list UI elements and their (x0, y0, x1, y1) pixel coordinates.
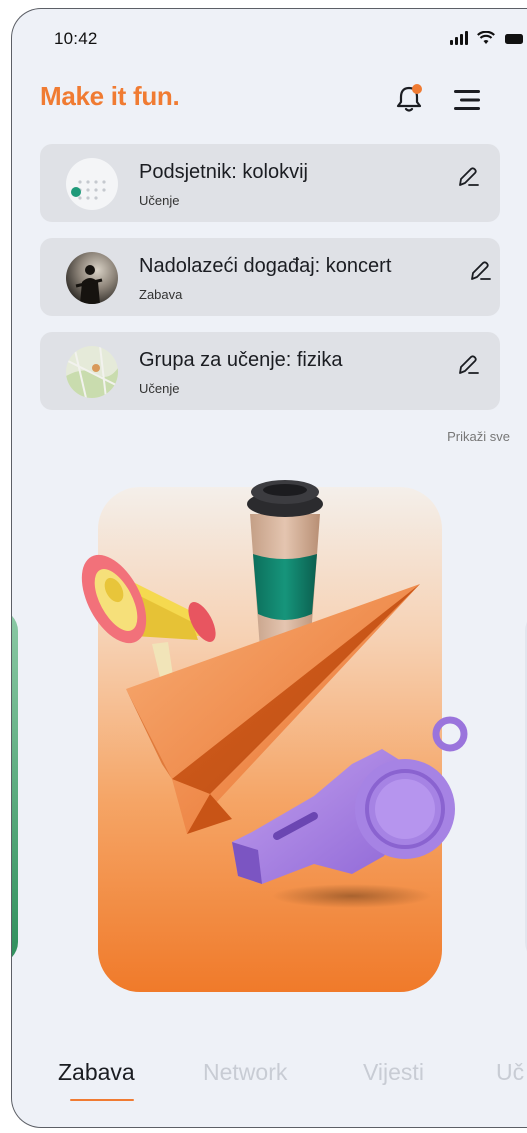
map-thumbnail (66, 346, 118, 398)
tab-network[interactable]: Network (203, 1059, 287, 1086)
card-category: Zabava (139, 287, 183, 302)
tab-vijesti[interactable]: Vijesti (363, 1059, 424, 1086)
status-icons (450, 31, 526, 45)
card-title: Podsjetnik: kolokvij (139, 161, 308, 183)
card-title: Nadolazeći događaj: koncert (139, 255, 392, 277)
calendar-thumbnail (66, 158, 118, 210)
status-bar: 10:42 (12, 9, 527, 69)
bell-icon[interactable] (395, 83, 423, 113)
card-title: Grupa za učenje: fizika (139, 349, 343, 371)
see-all-link[interactable]: Prikaži sve (447, 429, 510, 444)
hero-illustration (81, 480, 468, 908)
tab-zabava[interactable]: Zabava (58, 1059, 135, 1086)
phone-frame: 10:42 Make it fun. Podsjetnik: kolokvij … (11, 8, 527, 1128)
concert-thumbnail (66, 252, 118, 304)
signal-icon (450, 31, 468, 45)
card-reminder[interactable]: Podsjetnik: kolokvij Učenje (40, 144, 500, 222)
brand-title: Make it fun. (40, 81, 180, 111)
card-category: Učenje (139, 381, 180, 396)
tab-ucenje[interactable]: Uč (496, 1059, 524, 1086)
menu-icon[interactable] (452, 89, 482, 111)
card-study-group[interactable]: Grupa za učenje: fizika Učenje (40, 332, 500, 410)
active-tab-indicator (70, 1099, 134, 1101)
category-tabs: Zabava Network Vijesti Uč (12, 1059, 527, 1109)
battery-icon (505, 34, 523, 44)
wifi-icon (477, 31, 495, 44)
status-time: 10:42 (54, 29, 98, 48)
card-event[interactable]: Nadolazeći događaj: koncert Zabava (40, 238, 500, 316)
carousel-prev-card[interactable] (12, 609, 18, 964)
card-category: Učenje (139, 193, 180, 208)
pencil-icon[interactable] (466, 258, 492, 284)
pencil-icon[interactable] (454, 164, 480, 190)
pencil-icon[interactable] (454, 352, 480, 378)
